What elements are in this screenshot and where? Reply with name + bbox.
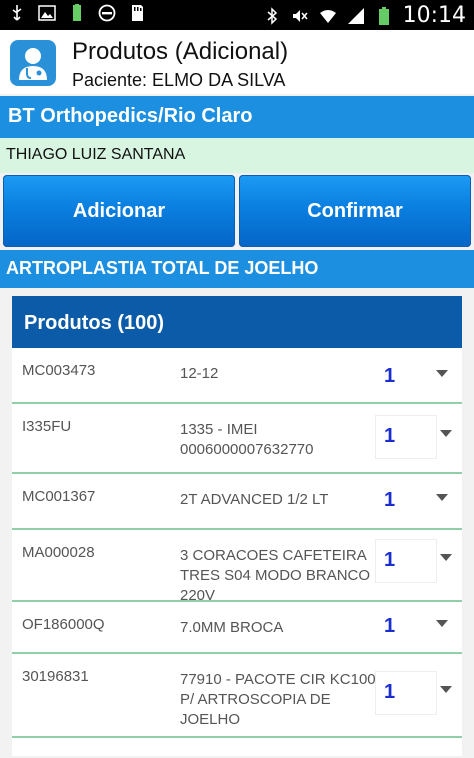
dropdown-arrow-icon <box>436 370 448 377</box>
product-code: 30196831 <box>22 668 89 685</box>
list-item: 30196831 77910 - PACOTE CIR KC100 P/ ART… <box>12 654 462 738</box>
procedure-banner: ARTROPLASTIA TOTAL DE JOELHO <box>0 250 474 288</box>
doctor-banner: THIAGO LUIZ SANTANA <box>0 138 474 173</box>
dropdown-arrow-icon <box>440 686 452 693</box>
dropdown-arrow-icon <box>436 620 448 627</box>
company-name: BT Orthopedics/Rio Claro <box>8 105 253 127</box>
product-description: 7.0MM BROCA <box>180 619 284 636</box>
list-item: MC001367 2T ADVANCED 1/2 LT 1 <box>12 474 462 530</box>
product-description: 2T ADVANCED 1/2 LT <box>180 491 329 508</box>
battery-charging-icon <box>73 4 81 21</box>
wifi-icon <box>319 9 336 23</box>
quantity-select[interactable]: 1 <box>376 606 448 648</box>
company-banner: BT Orthopedics/Rio Claro <box>0 96 474 138</box>
product-description: 1335 - IMEI 0006000007632770 <box>180 421 314 458</box>
product-description: 12-12 <box>180 365 219 382</box>
products-heading: Produtos (100) <box>24 312 165 334</box>
products-panel: Produtos (100) MC003473 12-12 1 I335FU 1… <box>12 296 462 756</box>
page-title: Produtos (Adicional) <box>72 38 289 65</box>
dropdown-arrow-icon <box>440 554 452 561</box>
confirm-button[interactable]: Confirmar <box>239 175 471 247</box>
products-header: Produtos (100) <box>12 296 462 348</box>
product-description: 77910 - PACOTE CIR KC100 P/ ARTROSCOPIA … <box>180 671 376 728</box>
blocked-icon <box>98 4 116 22</box>
system-icons: 10:14 <box>263 3 466 28</box>
quantity-select[interactable]: 1 <box>376 356 448 398</box>
procedure-name: ARTROPLASTIA TOTAL DE JOELHO <box>6 258 319 278</box>
product-code: OF186000Q <box>22 616 105 633</box>
status-bar: 10:14 <box>0 0 474 30</box>
image-icon <box>38 5 56 21</box>
dropdown-arrow-icon <box>436 494 448 501</box>
sd-card-icon <box>132 5 143 21</box>
quantity-select[interactable]: 1 <box>376 480 448 522</box>
product-code: MC003473 <box>22 362 96 379</box>
quantity-value: 1 <box>384 365 396 387</box>
quantity-select[interactable]: 1 <box>376 416 452 458</box>
quantity-value: 1 <box>384 425 396 447</box>
signal-icon <box>347 7 364 24</box>
confirm-button-label: Confirmar <box>307 199 403 222</box>
list-item: MC003473 12-12 1 <box>12 348 462 404</box>
doctor-name: THIAGO LUIZ SANTANA <box>6 146 186 163</box>
add-button[interactable]: Adicionar <box>3 175 235 247</box>
product-code: I335FU <box>22 418 72 435</box>
battery-icon <box>378 6 389 25</box>
quantity-select[interactable]: 1 <box>376 672 452 714</box>
bluetooth-icon <box>267 6 277 25</box>
clock: 10:14 <box>402 3 466 28</box>
patient-name: Paciente: ELMO DA SILVA <box>72 70 286 90</box>
usb-icon <box>12 5 22 21</box>
quantity-select[interactable]: 1 <box>376 540 452 582</box>
notification-icons <box>8 4 146 22</box>
dropdown-arrow-icon <box>440 430 452 437</box>
action-bar: Produtos (Adicional) Paciente: ELMO DA S… <box>0 30 474 94</box>
add-button-label: Adicionar <box>72 199 166 222</box>
quantity-value: 1 <box>384 681 396 703</box>
mute-icon <box>292 9 308 22</box>
product-code: MA000028 <box>22 544 95 561</box>
list-item: MA000028 3 CORACOES CAFETEIRA TRES S04 M… <box>12 530 462 604</box>
quantity-value: 1 <box>384 615 396 637</box>
product-description: 3 CORACOES CAFETEIRA TRES S04 MODO BRANC… <box>180 547 371 604</box>
product-code: MC001367 <box>22 488 96 505</box>
quantity-value: 1 <box>384 489 396 511</box>
doctor-avatar-icon[interactable] <box>10 40 56 86</box>
list-item: OF186000Q 7.0MM BROCA 1 <box>12 602 462 654</box>
quantity-value: 1 <box>384 549 396 571</box>
list-item: I335FU 1335 - IMEI 0006000007632770 1 <box>12 404 462 474</box>
